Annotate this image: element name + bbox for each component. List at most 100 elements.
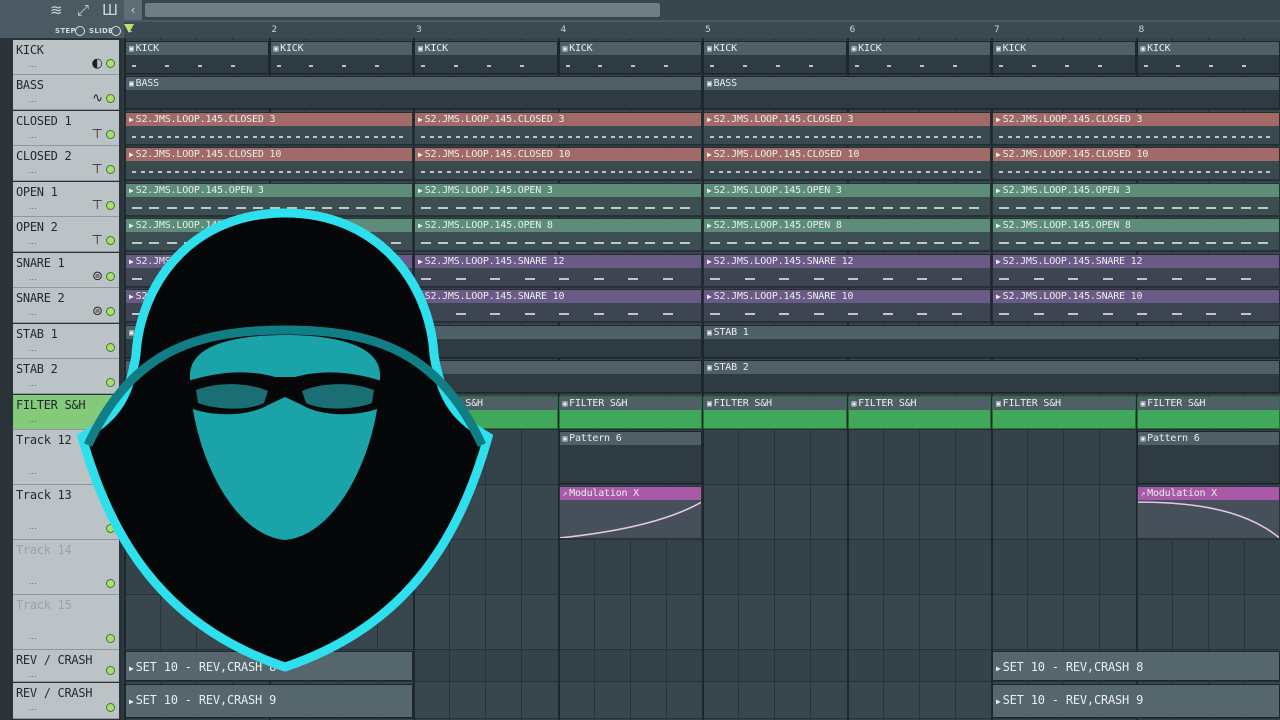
ruler-bar-number: 2 <box>271 25 278 35</box>
audio-waveform-mark <box>645 136 650 138</box>
scroll-left-arrow-icon[interactable]: ‹ <box>124 0 142 20</box>
audio-waveform-mark <box>201 136 205 138</box>
step-toggle[interactable] <box>75 26 85 36</box>
track-header[interactable]: BASS... ∿ <box>13 75 119 110</box>
track-options-icon[interactable]: ... <box>29 670 37 679</box>
track-options-icon[interactable]: ... <box>29 577 37 586</box>
playlist-clip[interactable]: ▣FILTER S&H <box>558 396 702 429</box>
audio-waveform-mark <box>1031 65 1036 67</box>
track-header[interactable]: CLOSED 2... ⊤ <box>13 146 119 181</box>
track-options-icon[interactable]: ... <box>29 273 37 282</box>
playlist-clip[interactable]: ▣ Pattern 6 <box>1136 431 1280 484</box>
audio-waveform-mark <box>664 65 669 67</box>
playlist-clip[interactable]: ▣ BASS <box>125 76 702 109</box>
track-options-icon[interactable]: ... <box>29 467 37 476</box>
audio-waveform-mark <box>1171 242 1182 244</box>
clip-label: ▶ S2.JMS.LOOP.145.CLOSED 10 <box>993 148 1279 161</box>
playlist-clip[interactable]: ▣ KICK <box>414 41 558 74</box>
playlist-clip[interactable]: ▶ SET 10 - REV,CRASH 9 <box>992 684 1280 718</box>
timeline-ruler[interactable]: 12345678 <box>124 22 1280 38</box>
audio-waveform-mark <box>865 171 870 173</box>
track-options-icon[interactable]: ... <box>29 344 37 353</box>
track-options-icon[interactable]: ... <box>29 415 37 424</box>
clip-type-icon: ▣ <box>1140 44 1146 53</box>
playlist-clip[interactable]: ▣ KICK <box>125 41 269 74</box>
playlist-clip[interactable]: ▶S2.JMS.LOOP.145.SNARE 12 <box>703 254 991 287</box>
audio-waveform-mark <box>593 313 604 315</box>
track-mute-led-icon[interactable] <box>106 94 115 103</box>
playlist-clip[interactable]: ▣ KICK <box>847 41 991 74</box>
link-icon[interactable]: ⤢ <box>77 2 89 18</box>
scrollbar-thumb[interactable] <box>145 3 660 17</box>
playlist-clip[interactable]: ▶ S2.JMS.LOOP.145.CLOSED 3 <box>992 112 1280 145</box>
playlist-clip[interactable]: ▣FILTER S&H <box>1136 396 1280 429</box>
track-options-icon[interactable]: ... <box>29 522 37 531</box>
track-mute-led-icon[interactable] <box>106 59 115 68</box>
audio-waveform-mark <box>321 171 326 173</box>
playlist-clip[interactable]: ▶S2.JMS.LOOP.145.SNARE 10 <box>703 289 991 322</box>
track-mute-led-icon[interactable] <box>106 130 115 139</box>
playlist-clip[interactable]: ▶ S2.JMS.LOOP.145.OPEN 3 <box>703 183 991 216</box>
track-options-icon[interactable]: ... <box>29 308 37 317</box>
playlist-clip[interactable]: ▶ S2.JMS.LOOP.145.CLOSED 3 <box>703 112 991 145</box>
playlist-clip[interactable]: ▣FILTER S&H <box>703 396 847 429</box>
playlist-clip[interactable]: ▣ KICK <box>1136 41 1280 74</box>
playlist-clip[interactable]: ▣FILTER S&H <box>847 396 991 429</box>
track-header[interactable]: KICK... ◐ <box>13 40 119 75</box>
audio-waveform-mark <box>175 171 180 173</box>
track-options-icon[interactable]: ... <box>29 379 37 388</box>
playlist-clip[interactable]: ▣STAB 1 <box>703 325 1280 358</box>
playlist-clip[interactable]: ▶ S2.JMS.LOOP.145.CLOSED 10 <box>703 147 991 180</box>
track-mute-led-icon[interactable] <box>106 703 115 712</box>
track-header[interactable]: REV / CRASH... <box>13 683 119 719</box>
audio-waveform-mark <box>567 171 572 173</box>
track-options-icon[interactable]: ... <box>29 166 37 175</box>
track-options-icon[interactable]: ... <box>29 131 37 140</box>
audio-waveform-mark <box>235 136 240 138</box>
track-options-icon[interactable]: ... <box>29 237 37 246</box>
track-options-icon[interactable]: ... <box>29 632 37 641</box>
audio-waveform-mark <box>598 65 603 67</box>
playlist-clip[interactable]: ▣ Pattern 6 <box>558 431 702 484</box>
playlist-clip[interactable]: ▣ KICK <box>703 41 847 74</box>
playlist-clip[interactable]: ▣ KICK <box>992 41 1136 74</box>
playlist-clip[interactable]: ▣FILTER S&H <box>992 396 1136 429</box>
playlist-clip[interactable]: ▶ S2.JMS.LOOP.145.OPEN 3 <box>992 183 1280 216</box>
audio-waveform-mark <box>891 171 896 173</box>
playlist-clip[interactable]: ▶ S2.JMS.LOOP.145.CLOSED 3 <box>414 112 702 145</box>
playlist-clip[interactable]: ▶ S2.JMS.LOOP.145.CLOSED 10 <box>125 147 413 180</box>
playlist-clip[interactable]: ▣ KICK <box>269 41 413 74</box>
track-header[interactable]: CLOSED 1... ⊤ <box>13 111 119 146</box>
playlist-clip[interactable]: ▶ S2.JMS.LOOP.145.CLOSED 3 <box>125 112 413 145</box>
track-options-icon[interactable]: ... <box>29 202 37 211</box>
playlist-clip[interactable]: ▶ S2.JMS.LOOP.145.OPEN 8 <box>703 218 991 251</box>
playlist-clip[interactable]: ▶S2.JMS.LOOP.145.SNARE 10 <box>992 289 1280 322</box>
clip-label: ▶ S2.JMS.LOOP.145.OPEN 8 <box>704 219 990 232</box>
playlist-clip[interactable]: ▶ S2.JMS.LOOP.145.CLOSED 10 <box>992 147 1280 180</box>
audio-waveform-mark <box>1085 207 1096 209</box>
track-mute-led-icon[interactable] <box>106 165 115 174</box>
audio-waveform-mark <box>628 207 638 209</box>
playlist-clip[interactable]: ↗ Modulation X <box>558 486 702 539</box>
playlist-clip[interactable]: ▶ S2.JMS.LOOP.145.CLOSED 10 <box>414 147 702 180</box>
slide-toggle[interactable] <box>111 26 121 36</box>
waveform-icon[interactable]: ≋ <box>50 2 63 18</box>
playlist-clip[interactable]: ↗ Modulation X <box>1136 486 1280 539</box>
playlist-clip[interactable]: ▶ SET 10 - REV,CRASH 8 <box>992 651 1280 681</box>
playlist-clip[interactable]: ▶S2.JMS.LOOP.145.SNARE 12 <box>992 254 1280 287</box>
audio-waveform-mark <box>1050 136 1055 138</box>
playlist-clip[interactable]: ▣STAB 2 <box>703 360 1280 393</box>
audio-waveform-mark <box>796 207 807 209</box>
piano-icon[interactable]: Ш <box>102 2 118 18</box>
audio-waveform-mark <box>753 136 758 138</box>
playlist-clip[interactable]: ▣ KICK <box>558 41 702 74</box>
playhead-marker[interactable] <box>124 24 134 33</box>
track-options-icon[interactable]: ... <box>29 703 37 712</box>
playlist-clip[interactable]: ▶ S2.JMS.LOOP.145.OPEN 8 <box>992 218 1280 251</box>
playlist-clip[interactable]: ▣ BASS <box>703 76 1280 109</box>
track-name: Track 13 <box>16 488 72 502</box>
audio-waveform-mark <box>1257 171 1262 173</box>
playlist-clip[interactable]: ▶ SET 10 - REV,CRASH 9 <box>125 684 413 718</box>
track-options-icon[interactable]: ... <box>29 95 37 104</box>
track-options-icon[interactable]: ... <box>29 60 37 69</box>
